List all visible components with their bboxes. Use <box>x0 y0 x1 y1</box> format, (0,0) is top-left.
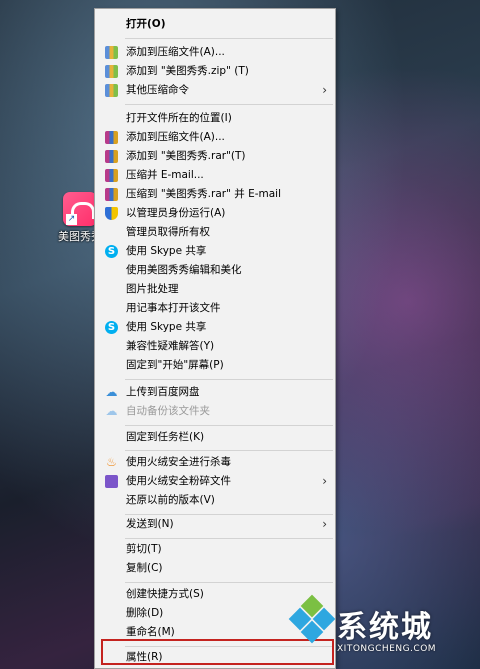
menu-separator <box>125 425 333 426</box>
zip-icon <box>105 84 118 97</box>
skype-icon: S <box>105 245 118 258</box>
menu-item-copy[interactable]: 复制(C) <box>95 559 335 578</box>
menu-item-add-to-rar[interactable]: 添加到 "美图秀秀.rar"(T) <box>95 147 335 166</box>
menu-item-compress-email[interactable]: 压缩并 E-mail... <box>95 166 335 185</box>
menu-item-compress-rar-email[interactable]: 压缩到 "美图秀秀.rar" 并 E-mail <box>95 185 335 204</box>
watermark: 系统城 XITONGCHENG.COM <box>288 594 479 666</box>
menu-item-edit-with-meitu[interactable]: 使用美图秀秀编辑和美化 <box>95 261 335 280</box>
menu-separator <box>125 379 333 380</box>
menu-separator <box>125 538 333 539</box>
menu-item-skype-share[interactable]: S 使用 Skype 共享 <box>95 242 335 261</box>
menu-item-take-ownership[interactable]: 管理员取得所有权 <box>95 223 335 242</box>
winrar-icon <box>105 188 118 201</box>
chevron-right-icon: › <box>322 517 327 531</box>
menu-item-huorong-shred[interactable]: 使用火绒安全粉碎文件 › <box>95 472 335 491</box>
huorong-fire-icon: ♨ <box>106 455 117 469</box>
shredder-icon <box>105 475 118 488</box>
menu-separator <box>125 38 333 39</box>
menu-item-open[interactable]: 打开(O) <box>95 15 335 34</box>
winrar-icon <box>105 169 118 182</box>
menu-item-other-compress[interactable]: 其他压缩命令 › <box>95 81 335 100</box>
winrar-icon <box>105 131 118 144</box>
menu-item-batch-process[interactable]: 图片批处理 <box>95 280 335 299</box>
chevron-right-icon: › <box>322 474 327 488</box>
menu-item-add-to-archive-rar[interactable]: 添加到压缩文件(A)... <box>95 128 335 147</box>
menu-item-open-file-location[interactable]: 打开文件所在的位置(I) <box>95 109 335 128</box>
menu-item-cut[interactable]: 剪切(T) <box>95 540 335 559</box>
menu-item-pin-to-start[interactable]: 固定到"开始"屏幕(P) <box>95 356 335 375</box>
shortcut-arrow-icon: ↗ <box>66 214 77 225</box>
menu-item-restore-previous[interactable]: 还原以前的版本(V) <box>95 491 335 510</box>
skype-icon: S <box>105 321 118 334</box>
menu-separator <box>125 450 333 451</box>
chevron-right-icon: › <box>322 83 327 97</box>
menu-item-skype-share-2[interactable]: S 使用 Skype 共享 <box>95 318 335 337</box>
menu-item-pin-to-taskbar[interactable]: 固定到任务栏(K) <box>95 428 335 447</box>
menu-item-add-to-zip[interactable]: 添加到 "美图秀秀.zip" (T) <box>95 62 335 81</box>
zip-icon <box>105 65 118 78</box>
menu-separator <box>125 582 333 583</box>
menu-item-send-to[interactable]: 发送到(N) › <box>95 515 335 534</box>
winrar-icon <box>105 150 118 163</box>
watermark-title: 系统城 <box>337 610 433 645</box>
menu-item-add-to-archive-zip[interactable]: 添加到压缩文件(A)... <box>95 43 335 62</box>
baidu-cloud-icon: ☁ <box>105 385 118 399</box>
menu-item-run-as-admin[interactable]: 以管理员身份运行(A) <box>95 204 335 223</box>
meitu-app-icon: ↗ <box>63 192 97 226</box>
baidu-cloud-icon: ☁ <box>105 404 118 418</box>
menu-item-troubleshoot-compat[interactable]: 兼容性疑难解答(Y) <box>95 337 335 356</box>
context-menu: 打开(O) 添加到压缩文件(A)... 添加到 "美图秀秀.zip" (T) 其… <box>94 8 336 669</box>
menu-item-huorong-scan[interactable]: ♨ 使用火绒安全进行杀毒 <box>95 453 335 472</box>
watermark-url: XITONGCHENG.COM <box>337 644 437 654</box>
menu-item-upload-baidu[interactable]: ☁ 上传到百度网盘 <box>95 383 335 402</box>
menu-item-open-with-notepad[interactable]: 用记事本打开该文件 <box>95 299 335 318</box>
menu-separator <box>125 104 333 105</box>
uac-shield-icon <box>105 207 118 220</box>
watermark-logo-icon <box>288 594 336 644</box>
menu-item-auto-backup: ☁ 自动备份该文件夹 <box>105 404 211 418</box>
zip-icon <box>105 46 118 59</box>
